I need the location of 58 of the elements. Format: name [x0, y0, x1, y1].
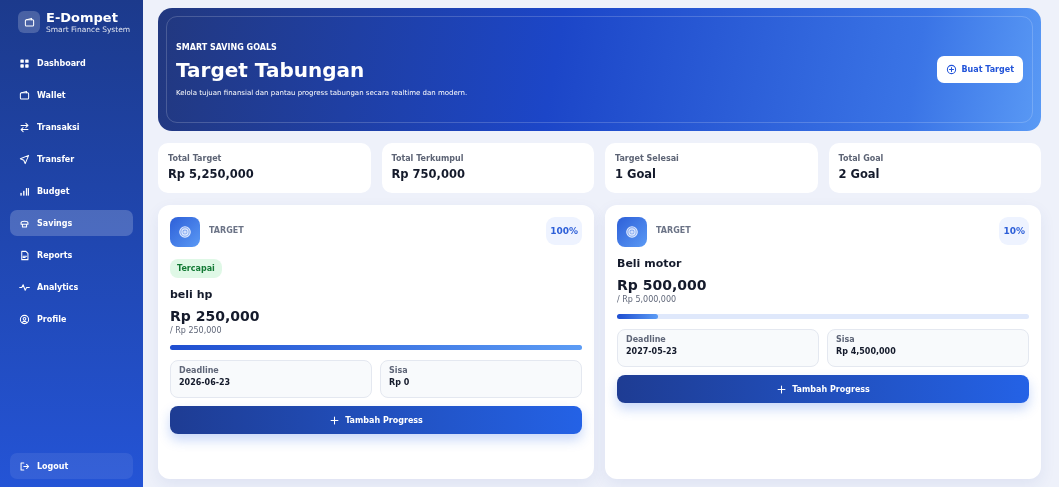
- deadline-label: Deadline: [179, 366, 220, 375]
- add-progress-button[interactable]: Tambah Progress: [170, 406, 582, 434]
- nav-item[interactable]: Savings: [10, 210, 133, 236]
- wallet-icon: [23, 16, 35, 28]
- document-icon: [19, 249, 30, 261]
- stat-value: 2 Goal: [838, 167, 881, 181]
- brand-title: E-Dompet: [46, 10, 119, 25]
- nav-item[interactable]: Profile: [10, 306, 133, 332]
- stat-label: Total Goal: [838, 154, 885, 163]
- target-amount: / Rp 5,000,000: [617, 295, 678, 304]
- remaining-label: Sisa: [836, 335, 856, 344]
- remaining-label: Sisa: [389, 366, 409, 375]
- nav-item[interactable]: Transaksi: [10, 114, 133, 140]
- nav-item[interactable]: Analytics: [10, 274, 133, 300]
- percent-badge: 100%: [546, 217, 582, 245]
- nav-item[interactable]: Transfer: [10, 146, 133, 172]
- status-badge: Tercapai: [170, 259, 222, 278]
- create-target-button[interactable]: Buat Target: [937, 56, 1023, 83]
- nav-item[interactable]: Reports: [10, 242, 133, 268]
- saved-amount: Rp 250,000: [170, 308, 261, 324]
- stat-value: 1 Goal: [615, 167, 658, 181]
- grid-icon: [19, 57, 30, 69]
- percent-badge: 10%: [999, 217, 1029, 245]
- stat-label: Target Selesai: [615, 154, 680, 163]
- pulse-icon: [19, 281, 30, 293]
- plus-circle-icon: [946, 64, 958, 75]
- swap-icon: [19, 121, 30, 133]
- hero-eyebrow: SMART SAVING GOALS: [176, 42, 278, 52]
- logout-icon: [19, 460, 30, 472]
- send-icon: [19, 153, 30, 165]
- plus-icon: [329, 414, 341, 426]
- stat-value: Rp 5,250,000: [168, 167, 255, 181]
- nav-item[interactable]: Wallet: [10, 82, 133, 108]
- deadline-value: 2026-06-23: [179, 378, 232, 387]
- plus-icon: [776, 383, 788, 395]
- stat-label: Total Terkumpul: [391, 154, 465, 163]
- stat-label: Total Target: [168, 154, 223, 163]
- nav-item[interactable]: Dashboard: [10, 50, 133, 76]
- goal-tag: TARGET: [209, 226, 538, 235]
- nav-item[interactable]: Budget: [10, 178, 133, 204]
- remaining-value: Rp 0: [389, 378, 411, 387]
- user-icon: [19, 313, 30, 325]
- goal-name: Beli motor: [617, 257, 683, 270]
- target-icon: [170, 217, 200, 247]
- add-progress-button[interactable]: Tambah Progress: [617, 375, 1029, 403]
- goal-name: beli hp: [170, 288, 214, 301]
- wallet-icon: [19, 89, 30, 101]
- deadline-label: Deadline: [626, 335, 667, 344]
- deadline-value: 2027-05-23: [626, 347, 679, 356]
- page-title: Target Tabungan: [176, 57, 366, 82]
- target-icon: [617, 217, 647, 247]
- bar-chart-icon: [19, 185, 30, 197]
- logout-button[interactable]: Logout: [10, 453, 133, 479]
- remaining-value: Rp 4,500,000: [836, 347, 897, 356]
- saved-amount: Rp 500,000: [617, 277, 708, 293]
- goal-tag: TARGET: [656, 226, 991, 235]
- stat-value: Rp 750,000: [391, 167, 466, 181]
- target-amount: / Rp 250,000: [170, 326, 223, 335]
